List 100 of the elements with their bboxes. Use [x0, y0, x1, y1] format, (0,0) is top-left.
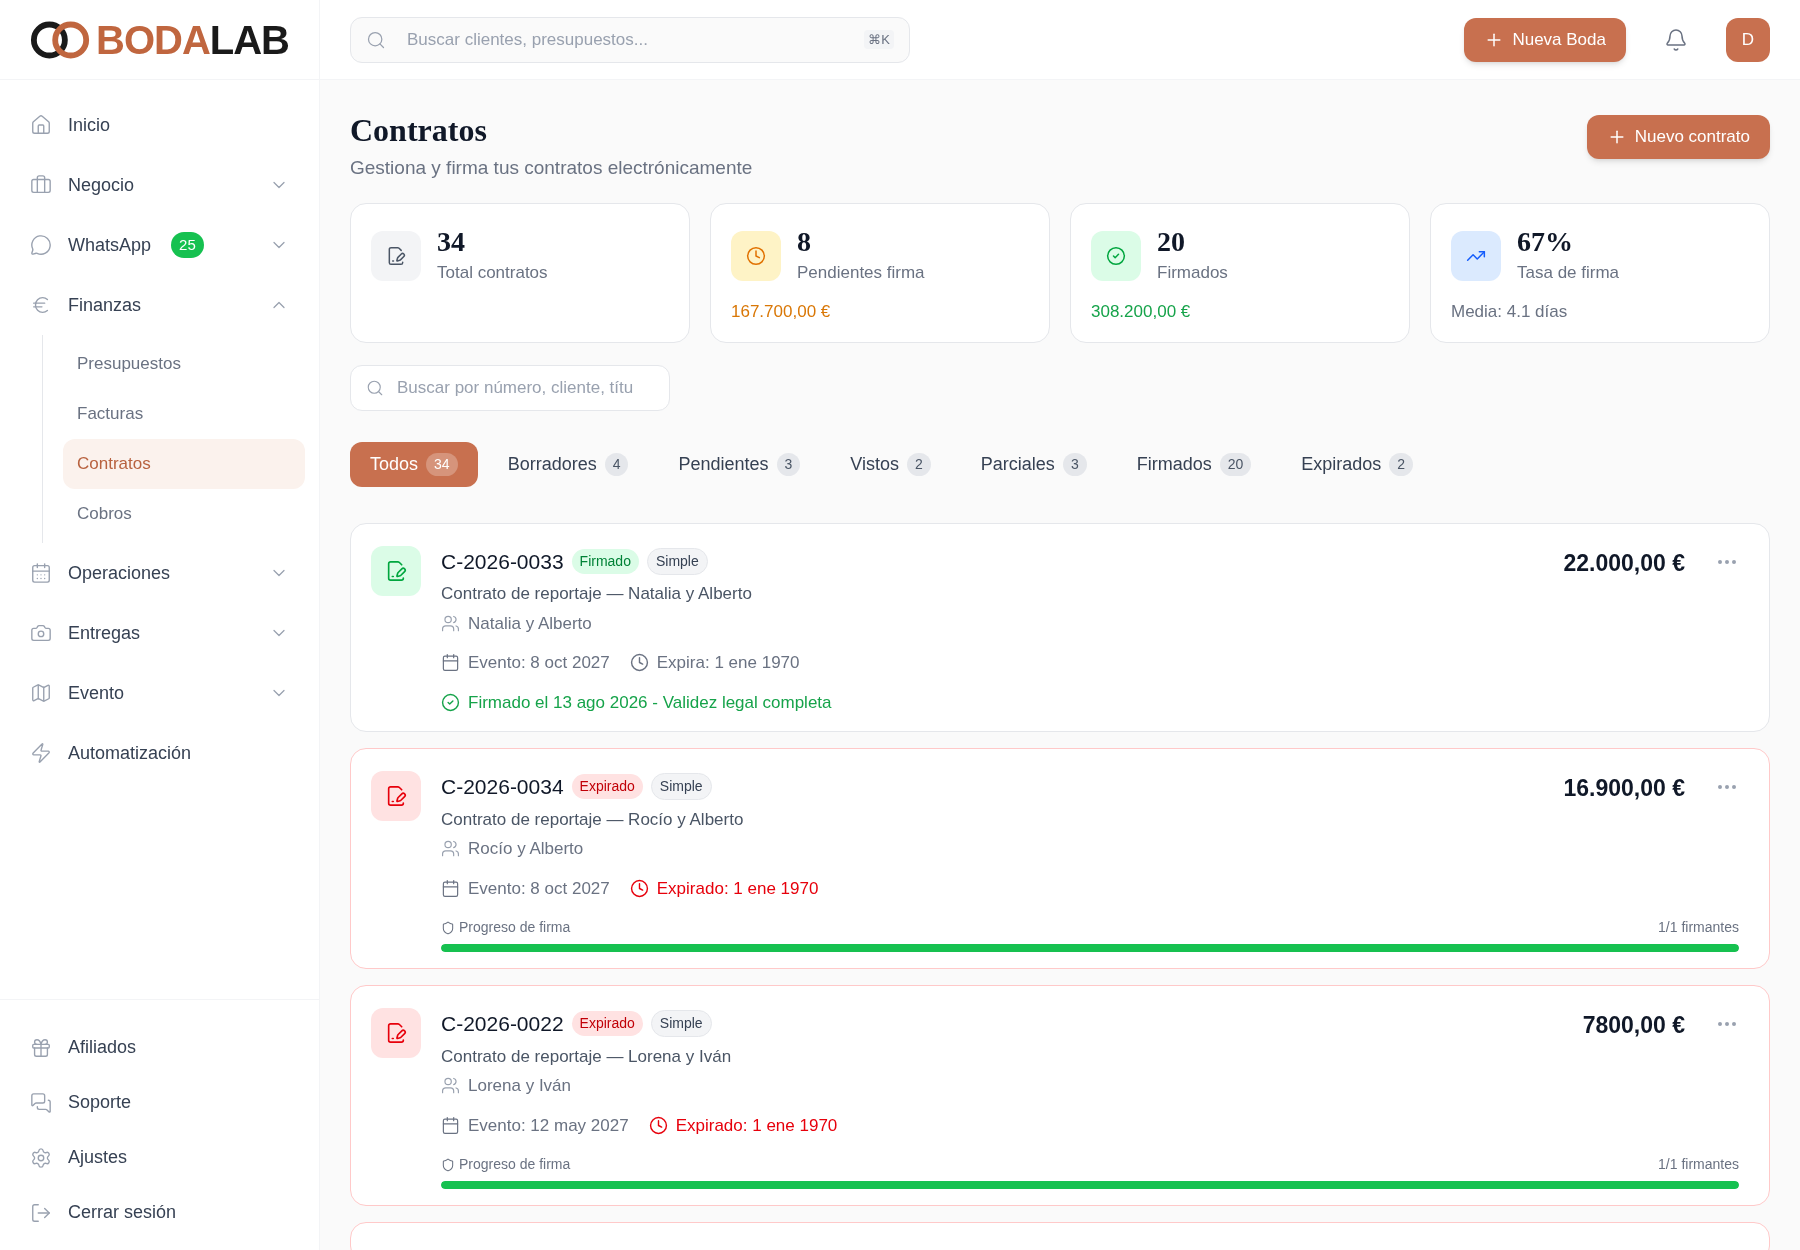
stat-label: Firmados — [1157, 261, 1228, 284]
count-badge: 34 — [426, 452, 458, 476]
contract-card[interactable] — [350, 1222, 1770, 1250]
filter-tab[interactable]: Borradores 4 — [487, 441, 649, 487]
filter-tab[interactable]: Expirados 2 — [1281, 441, 1434, 487]
count-badge: 2 — [1389, 452, 1414, 476]
sidebar-item[interactable]: Cerrar sesión — [0, 1185, 319, 1240]
event-date: Evento: 8 oct 2027 — [468, 877, 610, 900]
calendar-icon — [30, 562, 52, 584]
event-date: Evento: 12 may 2027 — [468, 1114, 629, 1137]
home-icon — [30, 114, 52, 136]
type-badge: Simple — [650, 1010, 712, 1038]
search-icon — [366, 378, 384, 397]
filter-tab[interactable]: Pendientes 3 — [658, 441, 821, 487]
calendar-icon — [441, 878, 460, 898]
sidebar-item[interactable]: Inicio — [0, 95, 319, 155]
contract-card[interactable]: C-2026-0034 Expirado Simple Contrato de reportaje — Rocío y Alberto Rocío y Alberto 16.900,00 € Evento: 8 oct 2027 Expirado: 1 ene 1970 Progreso de firma 1/1 firmantes — [350, 748, 1770, 969]
document-edit-icon — [371, 1008, 421, 1058]
stat-detail: 308.200,00 € — [1091, 301, 1192, 323]
new-contract-button[interactable]: Nuevo contrato — [1586, 115, 1770, 159]
client-name: Natalia y Alberto — [468, 612, 592, 635]
submenu-item[interactable]: Cobros — [63, 489, 305, 539]
event-date: Evento: 8 oct 2027 — [468, 652, 610, 674]
document-edit-icon — [371, 771, 421, 821]
sidebar-item[interactable]: Ajustes — [0, 1130, 319, 1185]
shortcut-key: ⌘K — [864, 29, 894, 49]
sidebar-item[interactable]: Finanzas — [0, 275, 319, 335]
logout-icon — [30, 1201, 52, 1224]
map-icon — [30, 682, 52, 704]
filter-search-field[interactable]: Buscar por número, cliente, títu — [350, 364, 670, 411]
clock-icon — [629, 878, 649, 898]
submenu-item[interactable]: Facturas — [63, 389, 305, 439]
status-badge: Expirado — [571, 1011, 643, 1037]
client-name: Rocío y Alberto — [468, 838, 584, 860]
signers-count: 1/1 firmantes — [1658, 918, 1739, 937]
contract-amount: 7800,00 € — [1582, 1011, 1685, 1040]
count-badge: 3 — [776, 452, 801, 476]
page-subtitle: Gestiona y firma tus contratos electrónicamente — [350, 156, 754, 180]
count-badge: 20 — [1219, 452, 1252, 476]
progress-label: Progreso de firma — [459, 918, 571, 937]
shield-icon — [441, 1157, 455, 1172]
calendar-icon — [441, 1115, 460, 1135]
contract-number: C-2026-0034 — [441, 774, 564, 800]
submenu-item[interactable]: Contratos — [63, 439, 305, 489]
sidebar-item[interactable]: Evento — [0, 663, 319, 723]
stat-value: 8 — [797, 227, 812, 256]
contract-title: Contrato de reportaje — Natalia y Alberto — [441, 583, 753, 605]
new-wedding-button[interactable]: Nueva Boda — [1464, 17, 1626, 62]
filter-tab[interactable]: Parciales 3 — [960, 441, 1107, 487]
document-edit-icon — [371, 545, 421, 596]
count-badge: 4 — [604, 452, 629, 476]
count-badge: 3 — [1062, 452, 1087, 476]
sidebar-item[interactable]: Operaciones — [0, 543, 319, 603]
progress-label: Progreso de firma — [459, 1155, 571, 1174]
filter-tab[interactable]: Vistos 2 — [830, 441, 951, 487]
contract-card[interactable]: C-2026-0033 Firmado Simple Contrato de reportaje — Natalia y Alberto Natalia y Alberto 22.000,00 € Evento: 8 oct 2027 Expira: 1 ene 1970 Firmado el 13 ago 2026 - Validez legal completa — [350, 522, 1770, 732]
sidebar-item[interactable]: Soporte — [0, 1075, 319, 1130]
stat-value: 34 — [437, 227, 466, 256]
expiry-date: Expira: 1 ene 1970 — [656, 652, 800, 674]
camera-icon — [30, 622, 52, 644]
stat-detail: 167.700,00 € — [731, 301, 832, 323]
stat-value: 67% — [1517, 227, 1574, 256]
contract-amount: 16.900,00 € — [1563, 774, 1685, 803]
chat-bubbles-icon — [30, 1091, 52, 1114]
chat-bubble-icon — [30, 234, 52, 256]
settings-icon — [30, 1146, 52, 1169]
sidebar-item[interactable]: Afiliados — [0, 1020, 319, 1075]
contract-amount: 22.000,00 € — [1563, 548, 1685, 578]
expiry-date: Expirado: 1 ene 1970 — [675, 1114, 838, 1137]
sidebar-item[interactable]: WhatsApp 25 — [0, 215, 319, 275]
sidebar-item[interactable]: Negocio — [0, 155, 319, 215]
sidebar-item[interactable]: Entregas — [0, 603, 319, 663]
contract-card[interactable]: C-2026-0022 Expirado Simple Contrato de reportaje — Lorena y Iván Lorena y Iván 7800,00 € Evento: 12 may 2027 Expirado: 1 ene 1970 Progreso de firma 1/1 firmantes — [350, 985, 1770, 1206]
contract-title: Contrato de reportaje — Rocío y Alberto — [441, 808, 745, 831]
type-badge: Simple — [650, 773, 712, 801]
filter-tab[interactable]: Firmados 20 — [1116, 441, 1272, 487]
gift-icon — [30, 1036, 52, 1059]
status-badge: Firmado — [571, 548, 639, 574]
stat-detail: Media: 4.1 días — [1451, 301, 1569, 323]
stat-label: Total contratos — [437, 261, 548, 284]
people-icon — [441, 1076, 460, 1096]
filter-tab[interactable]: Todos 34 — [350, 441, 478, 487]
submenu-item[interactable]: Presupuestos — [63, 339, 305, 389]
avatar[interactable]: D — [1726, 17, 1770, 62]
signers-count: 1/1 firmantes — [1658, 1155, 1739, 1174]
clock-icon — [629, 653, 649, 673]
check-circle-icon — [441, 692, 460, 712]
status-badge: Expirado — [571, 774, 643, 800]
brand-name: BODALAB — [96, 19, 289, 60]
briefcase-icon — [30, 174, 52, 196]
stat-label: Tasa de firma — [1517, 261, 1620, 284]
client-name: Lorena y Iván — [468, 1075, 571, 1097]
trend-up-icon — [1451, 231, 1501, 282]
count-badge: 2 — [907, 452, 931, 476]
signed-note: Firmado el 13 ago 2026 - Validez legal completa — [468, 691, 832, 714]
sidebar-item[interactable]: Automatización — [0, 723, 319, 783]
clock-icon — [731, 231, 781, 282]
bell-icon[interactable] — [1664, 27, 1688, 52]
page-title: Contratos — [350, 111, 488, 150]
shield-icon — [441, 920, 455, 935]
